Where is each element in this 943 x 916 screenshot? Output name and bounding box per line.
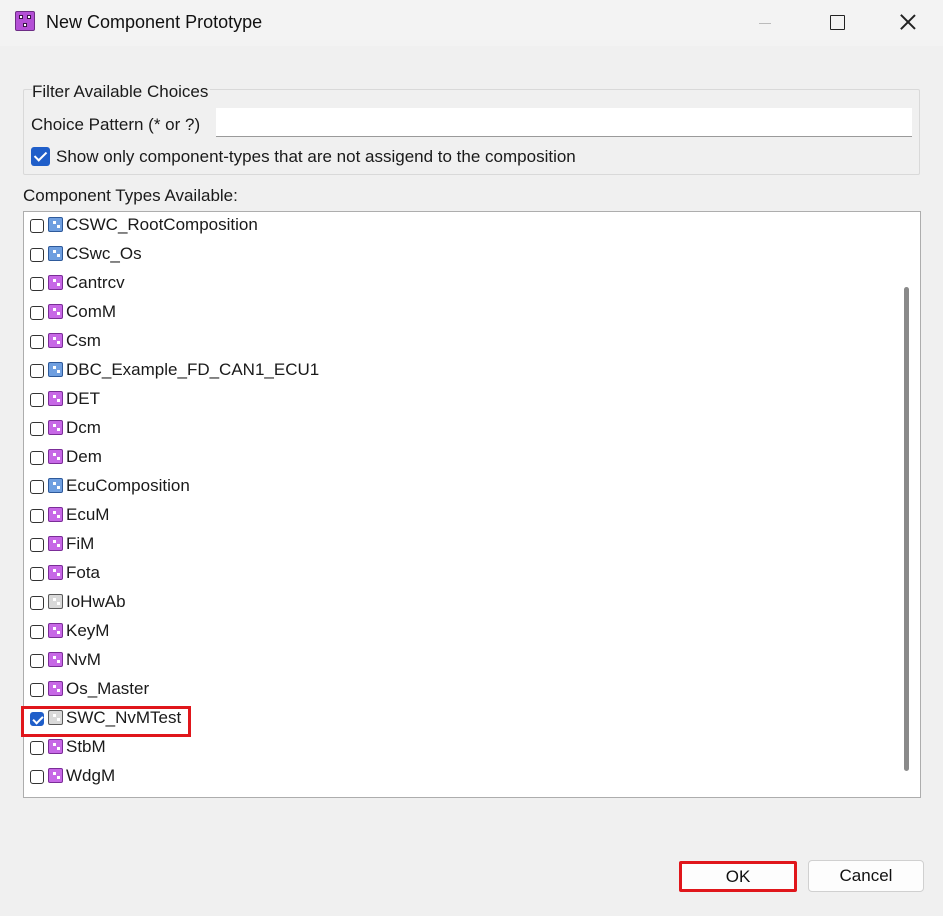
- checkbox-unchecked-icon[interactable]: [30, 277, 44, 291]
- checkbox-unchecked-icon[interactable]: [30, 248, 44, 262]
- checkbox-unchecked-icon[interactable]: [30, 770, 44, 784]
- checkbox-unchecked-icon[interactable]: [30, 422, 44, 436]
- application-swc-icon: [48, 681, 63, 696]
- list-item-label: DET: [66, 389, 100, 408]
- list-item[interactable]: CSwc_Os: [24, 241, 884, 270]
- ecu-abstraction-swc-icon: [48, 594, 63, 609]
- maximize-icon[interactable]: [806, 0, 868, 46]
- checkbox-unchecked-icon[interactable]: [30, 683, 44, 697]
- component-types-label: Component Types Available:: [23, 186, 238, 205]
- composition-icon: [48, 217, 63, 232]
- checkbox-unchecked-icon[interactable]: [30, 596, 44, 610]
- list-item-label: CSwc_Os: [66, 244, 142, 263]
- show-only-unassigned-label: Show only component-types that are not a…: [56, 147, 576, 166]
- list-item[interactable]: CSWC_RootComposition: [24, 212, 884, 241]
- list-item[interactable]: Fota: [24, 560, 884, 589]
- list-item-label: Dem: [66, 447, 102, 466]
- list-item-label: EcuM: [66, 505, 110, 524]
- application-swc-icon: [48, 391, 63, 406]
- list-item[interactable]: Csm: [24, 328, 884, 357]
- list-item-label: KeyM: [66, 621, 110, 640]
- list-item[interactable]: EcuComposition: [24, 473, 884, 502]
- checkbox-unchecked-icon[interactable]: [30, 364, 44, 378]
- checkbox-unchecked-icon[interactable]: [30, 654, 44, 668]
- checkbox-unchecked-icon[interactable]: [30, 509, 44, 523]
- list-item-label: FiM: [66, 534, 95, 553]
- list-item-label: Csm: [66, 331, 101, 350]
- checkbox-unchecked-icon[interactable]: [30, 567, 44, 581]
- list-item[interactable]: NvM: [24, 647, 884, 676]
- list-item-label: Dcm: [66, 418, 101, 437]
- composition-icon: [48, 246, 63, 261]
- list-item[interactable]: Cantrcv: [24, 270, 884, 299]
- checkbox-unchecked-icon[interactable]: [30, 480, 44, 494]
- application-swc-icon: [48, 275, 63, 290]
- list-item-label: WdgM: [66, 766, 116, 785]
- checkbox-unchecked-icon[interactable]: [30, 335, 44, 349]
- filter-group-label: Filter Available Choices: [32, 82, 211, 102]
- application-swc-icon: [48, 768, 63, 783]
- list-item[interactable]: WdgM: [24, 763, 884, 792]
- composition-icon: [48, 478, 63, 493]
- checkbox-unchecked-icon[interactable]: [30, 538, 44, 552]
- checkbox-unchecked-icon[interactable]: [30, 451, 44, 465]
- list-item[interactable]: FiM: [24, 531, 884, 560]
- application-swc-icon: [48, 565, 63, 580]
- close-icon[interactable]: [877, 0, 939, 46]
- vertical-scrollbar[interactable]: [904, 287, 909, 771]
- ok-button[interactable]: OK: [679, 861, 797, 892]
- list-item[interactable]: ComM: [24, 299, 884, 328]
- list-item[interactable]: EcuM: [24, 502, 884, 531]
- list-item-label: Os_Master: [66, 679, 150, 698]
- application-swc-icon: [48, 623, 63, 638]
- window-title: New Component Prototype: [46, 12, 263, 32]
- list-item[interactable]: Dem: [24, 444, 884, 473]
- choice-pattern-label: Choice Pattern (* or ?): [31, 115, 201, 134]
- list-item-label: Fota: [66, 563, 101, 582]
- checkbox-unchecked-icon[interactable]: [30, 741, 44, 755]
- list-item-label: Cantrcv: [66, 273, 125, 292]
- application-swc-icon: [48, 449, 63, 464]
- list-item[interactable]: IoHwAb: [24, 589, 884, 618]
- composition-icon: [48, 362, 63, 377]
- application-swc-icon: [48, 536, 63, 551]
- component-prototype-icon: [15, 11, 35, 31]
- minimize-icon[interactable]: [733, 0, 795, 46]
- list-item-label: CSWC_RootComposition: [66, 215, 258, 234]
- list-item-label: DBC_Example_FD_CAN1_ECU1: [66, 360, 320, 379]
- checkbox-checked-icon[interactable]: [31, 147, 50, 166]
- choice-pattern-input[interactable]: [216, 108, 912, 137]
- cancel-button[interactable]: Cancel: [808, 860, 924, 892]
- application-swc-icon: [48, 739, 63, 754]
- list-item[interactable]: Dcm: [24, 415, 884, 444]
- list-item[interactable]: DBC_Example_FD_CAN1_ECU1: [24, 357, 884, 386]
- list-item[interactable]: Os_Master: [24, 676, 884, 705]
- application-swc-icon: [48, 304, 63, 319]
- list-item[interactable]: DET: [24, 386, 884, 415]
- list-item-label: EcuComposition: [66, 476, 190, 495]
- checkbox-unchecked-icon[interactable]: [30, 306, 44, 320]
- list-item[interactable]: StbM: [24, 734, 884, 763]
- checkbox-unchecked-icon[interactable]: [30, 219, 44, 233]
- checkbox-unchecked-icon[interactable]: [30, 625, 44, 639]
- list-item-label: IoHwAb: [66, 592, 126, 611]
- application-swc-icon: [48, 652, 63, 667]
- highlight-box-selected-row: [21, 706, 191, 737]
- application-swc-icon: [48, 507, 63, 522]
- list-item-label: StbM: [66, 737, 106, 756]
- list-item[interactable]: KeyM: [24, 618, 884, 647]
- application-swc-icon: [48, 420, 63, 435]
- list-item-label: NvM: [66, 650, 101, 669]
- application-swc-icon: [48, 333, 63, 348]
- title-bar: New Component Prototype: [0, 0, 943, 46]
- checkbox-unchecked-icon[interactable]: [30, 393, 44, 407]
- list-item-label: ComM: [66, 302, 117, 321]
